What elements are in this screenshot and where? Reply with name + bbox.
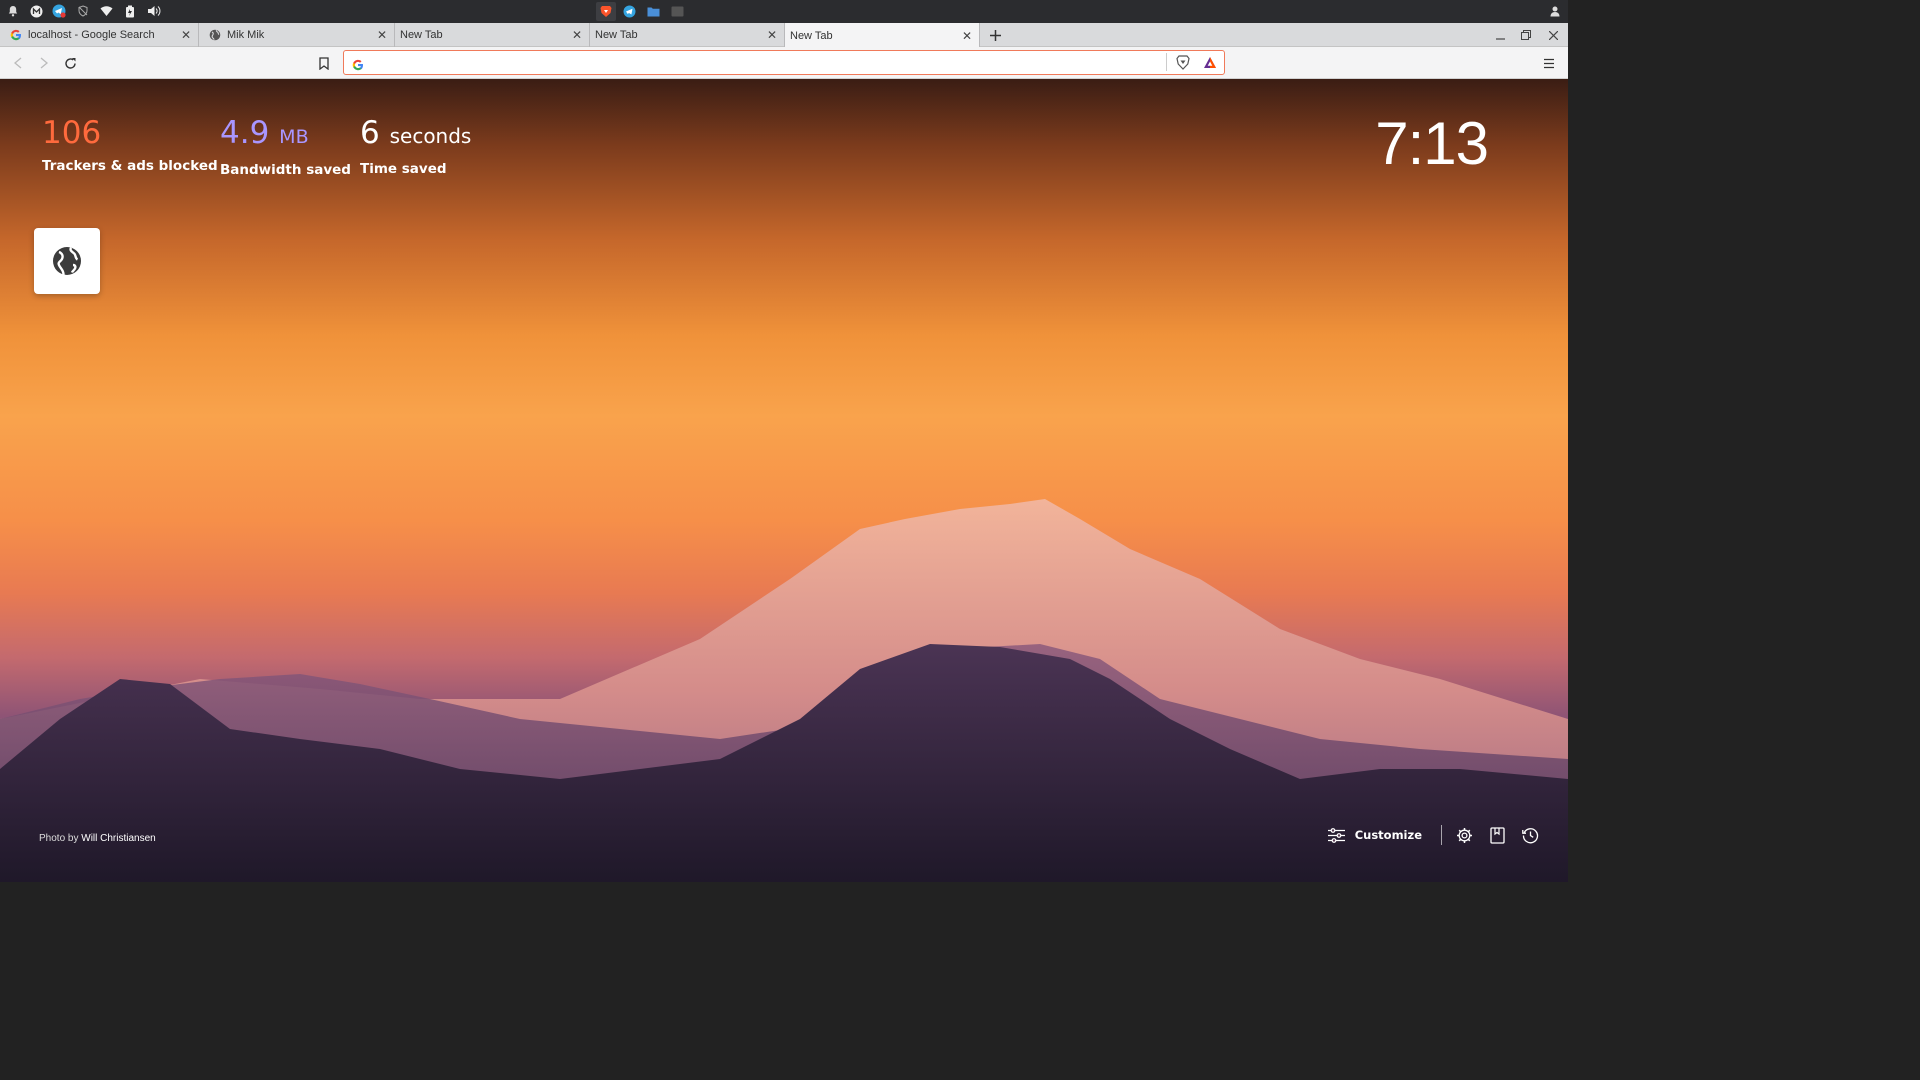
bandwidth-unit: MB [279,126,309,148]
bell-icon[interactable] [6,4,20,18]
close-icon[interactable]: ✕ [569,28,585,42]
bat-triangle-icon [1204,56,1216,68]
tab-new-tab-2[interactable]: New Tab ✕ [590,23,785,47]
time-value: 6 [360,115,380,151]
history-icon [1521,827,1538,843]
tab-title: New Tab [400,29,443,41]
close-icon[interactable]: ✕ [374,28,390,42]
wifi-icon[interactable] [99,4,113,18]
close-icon[interactable]: ✕ [764,28,780,42]
bookmarks-button[interactable] [1487,825,1507,845]
credit-author-link[interactable]: Will Christiansen [81,833,155,844]
customize-button[interactable]: Customize [1327,825,1422,845]
bookmarks-icon [1489,826,1505,844]
brave-rewards-button[interactable] [1202,54,1218,70]
power-user-icon[interactable] [1548,4,1562,18]
clock: 7:13 [1375,110,1489,177]
telegram-taskbar-icon[interactable] [622,4,636,18]
time-unit: seconds [389,124,472,148]
tab-new-tab-active[interactable]: New Tab ✕ [785,23,980,48]
folder-taskbar-icon[interactable] [646,4,660,18]
brave-taskbar-icon[interactable] [596,2,616,21]
terminal-taskbar-icon[interactable] [670,4,684,18]
bandwidth-stat: 4.9 MB Bandwidth saved [220,115,351,178]
minimize-icon [1495,37,1505,40]
address-bar[interactable] [343,50,1225,75]
volume-icon[interactable] [147,4,161,18]
tab-title: New Tab [790,29,833,42]
tab-title: localhost - Google Search [28,29,155,41]
bottom-actions: Customize [1327,824,1540,846]
address-input[interactable] [370,53,1160,71]
chevron-left-icon [13,57,22,69]
new-tab-button[interactable] [987,27,1003,43]
brave-lion-icon [1176,54,1190,70]
settings-button[interactable] [1454,825,1474,845]
close-icon[interactable]: ✕ [959,29,975,43]
photo-credit: Photo by Will Christiansen [39,833,156,844]
google-g-icon [10,29,22,41]
close-icon [1548,30,1558,40]
bookmark-button[interactable] [316,55,332,71]
tab-new-tab-1[interactable]: New Tab ✕ [395,23,590,47]
google-g-icon [352,56,364,71]
customize-label: Customize [1354,828,1422,842]
restore-icon [1521,30,1531,40]
bandwidth-value: 4.9 [220,115,270,151]
tab-strip: localhost - Google Search ✕ Mik Mik ✕ Ne… [0,23,1568,48]
battery-icon[interactable] [123,4,137,18]
hamburger-icon [1544,58,1554,68]
tab-mik-mik[interactable]: Mik Mik ✕ [199,23,395,47]
close-window-button[interactable] [1546,28,1560,42]
globe-icon [209,29,221,41]
credit-prefix: Photo by [39,833,79,844]
tab-title: Mik Mik [227,29,265,41]
chevron-right-icon [40,57,49,69]
time-label: Time saved [360,161,447,177]
minimize-button[interactable] [1493,28,1507,42]
mail-client-icon[interactable] [29,4,43,18]
plus-icon [989,29,1001,41]
tab-localhost-search[interactable]: localhost - Google Search ✕ [0,23,199,47]
gear-icon [1456,827,1472,843]
time-stat: 6 seconds Time saved [360,115,471,177]
trackers-count: 106 [42,115,102,151]
brave-shields-button[interactable] [1175,54,1191,70]
forward-button[interactable] [36,55,52,71]
globe-icon [53,247,81,276]
sliders-icon [1327,825,1347,845]
vpn-off-icon[interactable] [76,4,90,18]
divider [1166,53,1167,71]
bookmark-icon [319,56,329,70]
bandwidth-label: Bandwidth saved [220,162,351,178]
menu-button[interactable] [1541,55,1557,71]
top-site-tile[interactable] [34,228,100,294]
back-button[interactable] [10,55,26,71]
telegram-icon[interactable] [52,4,66,18]
close-icon[interactable]: ✕ [178,28,194,42]
tab-title: New Tab [595,29,638,41]
reload-button[interactable] [62,55,78,71]
reload-icon [64,57,76,69]
system-top-bar [0,0,1568,23]
history-button[interactable] [1520,825,1540,845]
new-tab-page: 106 Trackers & ads blocked 4.9 MB Bandwi… [0,79,1568,882]
restore-button[interactable] [1519,28,1533,42]
mountain-background-image [0,499,1568,882]
divider [1441,825,1442,845]
trackers-stat: 106 Trackers & ads blocked [42,115,218,174]
trackers-label: Trackers & ads blocked [42,158,218,174]
